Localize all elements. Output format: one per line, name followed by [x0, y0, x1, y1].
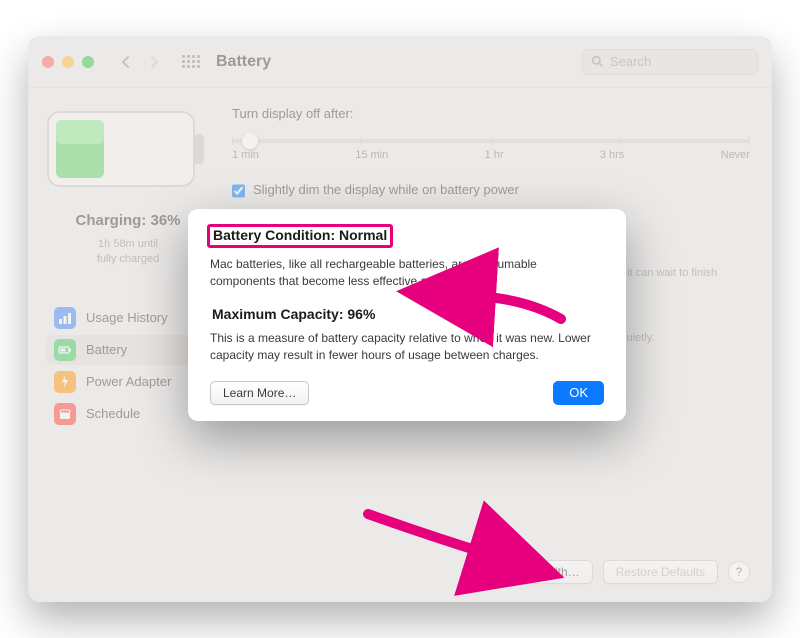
- battery-preferences-window: Battery Search Charging: 36% 1h 58m unti…: [28, 36, 772, 602]
- maximum-capacity-body: This is a measure of battery capacity re…: [210, 330, 604, 365]
- maximum-capacity-heading: Maximum Capacity: 96%: [210, 305, 377, 323]
- battery-condition-body: Mac batteries, like all rechargeable bat…: [210, 256, 604, 291]
- learn-more-button[interactable]: Learn More…: [210, 381, 309, 405]
- battery-condition-heading: Battery Condition: Normal: [207, 224, 393, 248]
- battery-health-sheet: Battery Condition: Normal Mac batteries,…: [188, 209, 626, 421]
- ok-button[interactable]: OK: [553, 381, 604, 405]
